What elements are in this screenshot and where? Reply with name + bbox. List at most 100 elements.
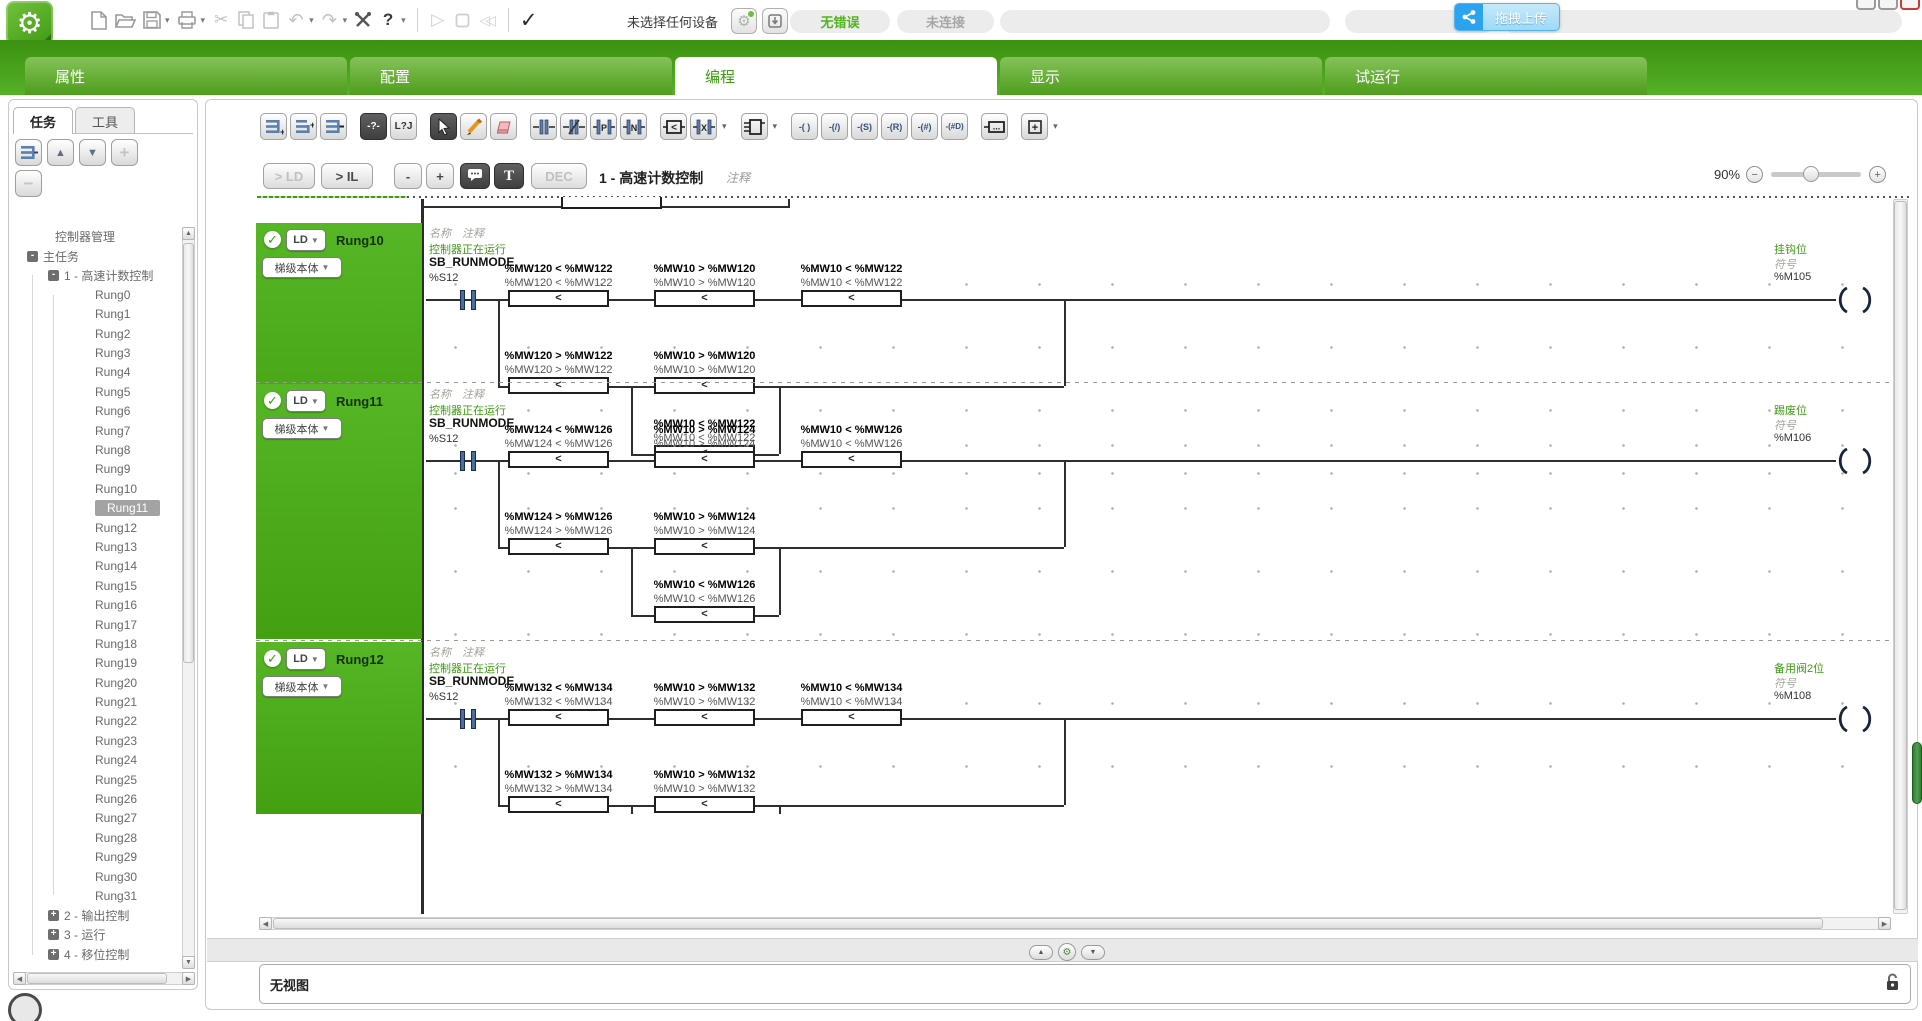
- tree-item-label[interactable]: Rung4: [95, 365, 130, 379]
- tab-属性[interactable]: 属性: [25, 57, 347, 95]
- tree-item-label[interactable]: Rung19: [95, 656, 137, 670]
- save-icon[interactable]: [143, 7, 161, 33]
- tree-item-rung[interactable]: Rung22: [11, 712, 181, 731]
- tree-item-label[interactable]: Rung31: [95, 889, 137, 903]
- zoom-in-button[interactable]: +: [426, 163, 454, 189]
- compare-block[interactable]: <: [801, 290, 902, 307]
- eraser-tool-icon[interactable]: [490, 113, 517, 140]
- import-program-icon[interactable]: [762, 8, 788, 34]
- coil-icon[interactable]: -( ): [791, 113, 818, 140]
- pane-up-icon[interactable]: ▲: [1029, 945, 1053, 960]
- collapse-icon[interactable]: -: [27, 251, 38, 262]
- device-gear-icon[interactable]: ⚙: [731, 8, 757, 34]
- tree-item-label[interactable]: Rung24: [95, 753, 137, 767]
- tree-item-label[interactable]: Rung21: [95, 695, 137, 709]
- tree-item-rung[interactable]: Rung29: [11, 848, 181, 867]
- coil-symbol[interactable]: [1834, 706, 1876, 737]
- maximize-button[interactable]: [1878, 0, 1898, 10]
- comment-toggle-button[interactable]: [460, 163, 490, 189]
- sidebar-tab-任务[interactable]: 任务: [13, 107, 73, 134]
- tree-item-rung[interactable]: Rung6: [11, 402, 181, 421]
- sidebar-vscroll-thumb[interactable]: [183, 243, 194, 663]
- sidebar-tab-工具[interactable]: 工具: [75, 107, 135, 134]
- tree-item-label[interactable]: Rung23: [95, 734, 137, 748]
- rung-language-dropdown[interactable]: LD▼: [286, 390, 326, 412]
- tree-item-rung[interactable]: Rung25: [11, 770, 181, 789]
- coil-numd-icon[interactable]: -(#D): [941, 113, 968, 140]
- compare-block[interactable]: <: [654, 451, 755, 468]
- tree-item-label[interactable]: Rung7: [95, 424, 130, 438]
- tree-item-label[interactable]: Rung8: [95, 443, 130, 457]
- cut-icon[interactable]: ✂: [212, 7, 230, 33]
- symbol-text-toggle-button[interactable]: T: [494, 163, 524, 189]
- tab-编程[interactable]: 编程: [675, 57, 997, 95]
- tree-item-label[interactable]: Rung26: [95, 792, 137, 806]
- minimize-button[interactable]: [1856, 0, 1876, 10]
- function-block-dropdown-icon[interactable]: ▾: [773, 121, 778, 132]
- pane-splitter-icon[interactable]: ⚙: [1058, 943, 1076, 961]
- check-icon[interactable]: ✓: [520, 7, 538, 33]
- tree-item-label[interactable]: Rung18: [95, 637, 137, 651]
- compare-block[interactable]: <: [508, 796, 609, 813]
- tree-item-label[interactable]: 主任务: [43, 248, 79, 265]
- compare-block[interactable]: <: [654, 796, 755, 813]
- zoom-slider-handle[interactable]: [1803, 166, 1819, 182]
- tree-item-label[interactable]: Rung17: [95, 618, 137, 632]
- tree-item-label[interactable]: Rung6: [95, 404, 130, 418]
- tree-item-rung[interactable]: Rung4: [11, 363, 181, 382]
- special-contact-dropdown-icon[interactable]: ▾: [722, 121, 727, 132]
- select-tool-icon[interactable]: [430, 113, 457, 140]
- tree-item-rung[interactable]: Rung9: [11, 460, 181, 479]
- pane-down-icon[interactable]: ▼: [1081, 945, 1105, 960]
- scroll-right-icon[interactable]: ▶: [1878, 917, 1891, 930]
- contact-falling-icon[interactable]: N: [620, 113, 647, 140]
- tree-item-label[interactable]: Rung10: [95, 482, 137, 496]
- tree-item-label[interactable]: Rung16: [95, 598, 137, 612]
- unknown-coil-icon[interactable]: L?J: [390, 113, 417, 140]
- tree-item-rung[interactable]: Rung26: [11, 789, 181, 808]
- tree-item-label[interactable]: Rung3: [95, 346, 130, 360]
- ladder-hscroll-thumb[interactable]: [273, 918, 1823, 929]
- operate-block-icon[interactable]: ...: [981, 113, 1008, 140]
- tree-item-label[interactable]: Rung30: [95, 870, 137, 884]
- delete-rung-icon[interactable]: [320, 113, 347, 140]
- play-icon[interactable]: ▷: [429, 7, 447, 33]
- save-dropdown-icon[interactable]: ▾: [165, 15, 170, 26]
- tree-item-rung[interactable]: Rung15: [11, 576, 181, 595]
- rung-canvas-Rung12[interactable]: 名称注释控制器正在运行SB_RUNMODE%S12%MW132 < %MW134…: [426, 642, 1888, 814]
- scroll-down-icon[interactable]: ▼: [182, 956, 195, 969]
- add-element-icon[interactable]: +: [1021, 113, 1048, 140]
- tree-item-label[interactable]: Rung2: [95, 327, 130, 341]
- help-icon[interactable]: ?: [379, 7, 397, 33]
- unknown-contact-icon[interactable]: -?-: [360, 113, 387, 140]
- compare-block[interactable]: <: [508, 451, 609, 468]
- tree-item[interactable]: +2 - 输出控制: [11, 906, 181, 925]
- tree-item-rung[interactable]: Rung20: [11, 673, 181, 692]
- remove-icon[interactable]: −: [15, 170, 42, 197]
- tree-item-rung[interactable]: Rung31: [11, 886, 181, 905]
- tree-item-rung[interactable]: Rung7: [11, 421, 181, 440]
- print-dropdown-icon[interactable]: ▾: [201, 15, 206, 26]
- function-block-icon[interactable]: [741, 113, 768, 140]
- rung-language-dropdown[interactable]: LD▼: [286, 648, 326, 670]
- coil-reset-icon[interactable]: -(R): [881, 113, 908, 140]
- tree-item[interactable]: -主任务: [11, 246, 181, 265]
- tree-item-label[interactable]: Rung22: [95, 714, 137, 728]
- tab-配置[interactable]: 配置: [350, 57, 672, 95]
- compare-block[interactable]: <: [801, 451, 902, 468]
- stop-icon[interactable]: [454, 7, 472, 33]
- rung-body-dropdown[interactable]: 梯级本体▼: [262, 257, 342, 278]
- tree-item-rung[interactable]: Rung30: [11, 867, 181, 886]
- tree-item-rung[interactable]: Rung0: [11, 285, 181, 304]
- move-down-icon[interactable]: ▼: [79, 139, 106, 166]
- contact-rising-icon[interactable]: P: [590, 113, 617, 140]
- tree-item-rung[interactable]: Rung27: [11, 809, 181, 828]
- lock-icon[interactable]: [1885, 973, 1900, 995]
- tree-item-label[interactable]: Rung1: [95, 307, 130, 321]
- contact-no-icon[interactable]: [530, 113, 557, 140]
- tree-item-label[interactable]: Rung20: [95, 676, 137, 690]
- tree-item-rung[interactable]: Rung13: [11, 537, 181, 556]
- expand-icon[interactable]: +: [48, 949, 59, 960]
- tree-item-label[interactable]: Rung9: [95, 462, 130, 476]
- tree-item-rung[interactable]: Rung16: [11, 595, 181, 614]
